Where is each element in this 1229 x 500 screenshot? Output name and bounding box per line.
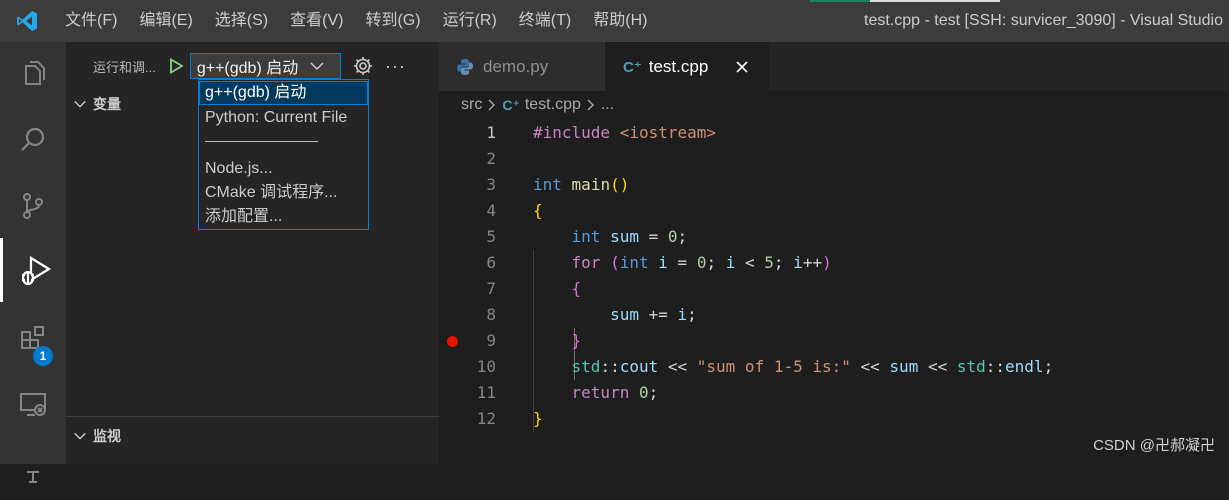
dropdown-option-add-config[interactable]: 添加配置... bbox=[199, 205, 368, 229]
vscode-logo-icon bbox=[0, 0, 54, 42]
chevron-down-icon bbox=[72, 428, 88, 444]
sidebar-title: 运行和调... bbox=[93, 59, 156, 75]
line-number: 3 bbox=[486, 175, 496, 194]
explorer-icon[interactable] bbox=[0, 42, 66, 106]
menu-view[interactable]: 查看(V) bbox=[279, 0, 354, 42]
menu-edit[interactable]: 编辑(E) bbox=[128, 0, 203, 42]
chevron-right-icon bbox=[487, 98, 497, 112]
code-line: 11 return 0; bbox=[439, 380, 1229, 406]
code-line: 7 { bbox=[439, 276, 1229, 302]
dropdown-option-gdb[interactable]: g++(gdb) 启动 bbox=[199, 81, 368, 105]
debug-config-select[interactable]: g++(gdb) 启动 bbox=[189, 53, 341, 79]
code-text: std::cout << "sum of 1-5 is:" << sum << … bbox=[571, 357, 1054, 376]
extensions-icon[interactable]: 1 bbox=[0, 306, 66, 370]
menu-file[interactable]: 文件(F) bbox=[54, 0, 128, 42]
testing-icon[interactable] bbox=[0, 436, 66, 500]
dropdown-option-cmake[interactable]: CMake 调试程序... bbox=[199, 181, 368, 205]
menu-bar: 文件(F) 编辑(E) 选择(S) 查看(V) 转到(G) 运行(R) 终端(T… bbox=[54, 0, 658, 42]
code-text: } bbox=[571, 331, 582, 350]
code-text: for (int i = 0; i < 5; i++) bbox=[571, 253, 832, 272]
line-number: 8 bbox=[486, 305, 496, 324]
code-line: 12 } bbox=[439, 406, 1229, 432]
play-icon bbox=[169, 58, 184, 74]
line-number: 4 bbox=[486, 201, 496, 220]
line-number: 6 bbox=[486, 253, 496, 272]
line-number: 7 bbox=[486, 279, 496, 298]
menu-help[interactable]: 帮助(H) bbox=[582, 0, 658, 42]
line-number: 2 bbox=[486, 149, 496, 168]
section-divider bbox=[66, 416, 439, 417]
watch-section-header[interactable]: 监视 bbox=[66, 424, 439, 448]
code-line: 4 { bbox=[439, 198, 1229, 224]
dropdown-option-python[interactable]: Python: Current File bbox=[199, 106, 368, 130]
open-launch-json-button[interactable] bbox=[351, 54, 375, 78]
activity-bar: 1 bbox=[0, 42, 66, 483]
tab-test-cpp[interactable]: C⁺ test.cpp bbox=[605, 42, 769, 91]
chevron-down-icon bbox=[72, 96, 88, 112]
line-number: 1 bbox=[486, 123, 496, 142]
code-text: int sum = 0; bbox=[571, 227, 688, 246]
title-accent-strip bbox=[810, 0, 870, 2]
watch-section-label: 监视 bbox=[93, 428, 121, 444]
run-and-debug-icon[interactable] bbox=[0, 238, 66, 302]
close-icon[interactable] bbox=[734, 59, 750, 75]
code-line: 2 bbox=[439, 146, 1229, 172]
search-icon[interactable] bbox=[0, 108, 66, 172]
code-text: { bbox=[571, 279, 582, 298]
menu-terminal[interactable]: 终端(T) bbox=[508, 0, 582, 42]
title-bar: 文件(F) 编辑(E) 选择(S) 查看(V) 转到(G) 运行(R) 终端(T… bbox=[0, 0, 1229, 42]
more-actions-icon[interactable]: ··· bbox=[385, 56, 406, 76]
editor-area: demo.py C⁺ test.cpp src C⁺ test.cpp ... … bbox=[439, 42, 1229, 464]
dropdown-option-nodejs[interactable]: Node.js... bbox=[199, 157, 368, 181]
line-number: 5 bbox=[486, 227, 496, 246]
code-text: return 0; bbox=[571, 383, 659, 402]
start-debugging-button[interactable] bbox=[166, 56, 186, 76]
code-line: 5 int sum = 0; bbox=[439, 224, 1229, 250]
code-line: 8 sum += i; bbox=[439, 302, 1229, 328]
remote-explorer-icon[interactable] bbox=[0, 372, 66, 436]
chevron-right-icon bbox=[586, 98, 596, 112]
source-control-icon[interactable] bbox=[0, 174, 66, 238]
chevron-down-icon bbox=[310, 62, 324, 71]
extensions-badge: 1 bbox=[33, 346, 53, 366]
breadcrumb-symbol[interactable]: ... bbox=[601, 96, 614, 114]
code-text: int main() bbox=[533, 175, 630, 194]
code-text: } bbox=[533, 409, 543, 428]
tab-demo-py[interactable]: demo.py bbox=[439, 42, 605, 91]
debug-config-value: g++(gdb) 启动 bbox=[196, 60, 299, 77]
menu-selection[interactable]: 选择(S) bbox=[204, 0, 279, 42]
gear-icon bbox=[353, 57, 372, 75]
menu-go[interactable]: 转到(G) bbox=[354, 0, 431, 42]
python-file-icon bbox=[457, 58, 473, 75]
code-line: 9 } bbox=[439, 328, 1229, 354]
cpp-file-icon: C⁺ bbox=[502, 96, 520, 113]
tab-bar: demo.py C⁺ test.cpp bbox=[439, 42, 1229, 91]
breadcrumb-file[interactable]: test.cpp bbox=[525, 96, 581, 114]
breadcrumb: src C⁺ test.cpp ... bbox=[461, 95, 614, 115]
code-line: 3 int main() bbox=[439, 172, 1229, 198]
tab-label: test.cpp bbox=[648, 56, 709, 76]
code-text: #include <iostream> bbox=[533, 123, 717, 142]
debug-config-dropdown: g++(gdb) 启动 Python: Current File Node.js… bbox=[198, 79, 369, 230]
tab-label: demo.py bbox=[483, 56, 549, 76]
code-text: sum += i; bbox=[610, 305, 697, 324]
cpp-file-icon: C⁺ bbox=[623, 58, 642, 76]
csdn-watermark: CSDN @卍郝凝卍 bbox=[1093, 437, 1215, 454]
menu-run[interactable]: 运行(R) bbox=[432, 0, 508, 42]
code-line: 1 #include <iostream> bbox=[439, 120, 1229, 146]
line-number: 10 bbox=[476, 357, 496, 376]
code-text: { bbox=[533, 201, 543, 220]
dropdown-separator bbox=[205, 141, 318, 142]
line-number: 9 bbox=[486, 331, 496, 350]
code-line: 10 std::cout << "sum of 1-5 is:" << sum … bbox=[439, 354, 1229, 380]
variables-section-label: 变量 bbox=[93, 96, 121, 112]
window-title: test.cpp - test [SSH: survicer_3090] - V… bbox=[864, 12, 1223, 29]
breadcrumb-folder[interactable]: src bbox=[461, 96, 482, 114]
line-number: 11 bbox=[476, 383, 496, 402]
line-number: 12 bbox=[476, 409, 496, 428]
code-line: 6 for (int i = 0; i < 5; i++) bbox=[439, 250, 1229, 276]
